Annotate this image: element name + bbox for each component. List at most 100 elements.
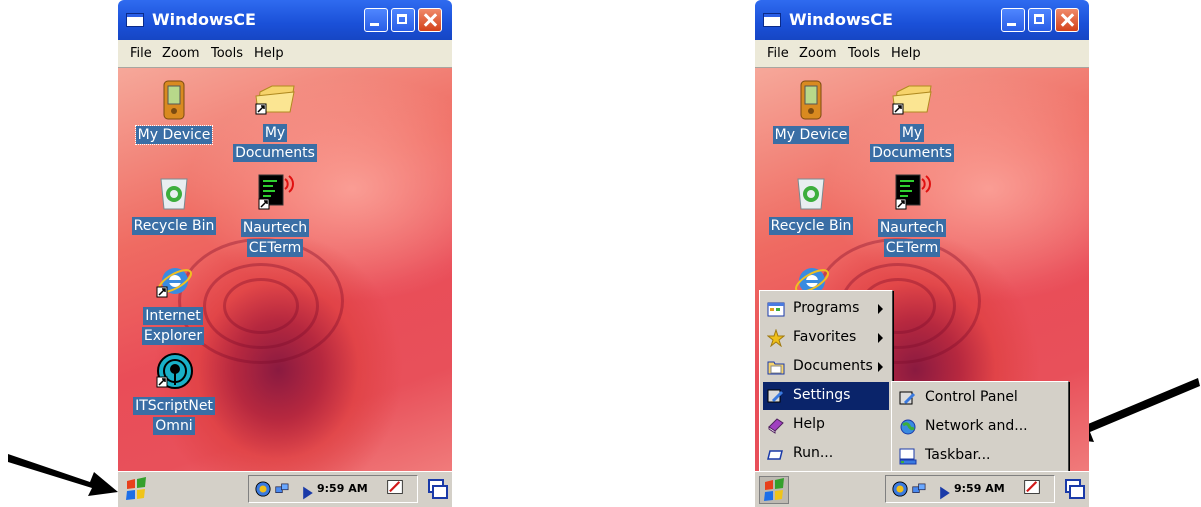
start-menu-help[interactable]: Help [763, 411, 889, 439]
my-documents-label-1: My [899, 124, 925, 142]
taskbar-settings-icon [899, 448, 917, 465]
minimize-button[interactable] [364, 8, 388, 32]
documents-label: Documents [793, 358, 873, 374]
ie-label-1: Internet [143, 307, 203, 325]
start-button[interactable] [759, 476, 789, 504]
pointer-arrow-left [8, 454, 118, 496]
device-screen-right: WindowsCE File Zoom Tools Help My Device… [755, 0, 1089, 507]
start-button[interactable] [122, 476, 152, 504]
windows-flag-icon [764, 478, 784, 501]
my-documents-label-2: Documents [233, 144, 317, 162]
settings-submenu: Control Panel Network and... Taskbar... [891, 381, 1069, 471]
favorites-label: Favorites [793, 329, 857, 345]
programs-label: Programs [793, 300, 860, 316]
recycle-bin-label: Recycle Bin [131, 217, 217, 235]
control-panel-label: Control Panel [925, 389, 1018, 405]
window-title: WindowsCE [152, 10, 256, 29]
submenu-arrow-icon [878, 304, 883, 314]
taskbar-settings-label: Taskbar... [925, 447, 991, 463]
naurtech-label-2: CETerm [246, 239, 304, 257]
folder-icon [892, 85, 932, 115]
start-menu-documents[interactable]: Documents [763, 353, 889, 381]
close-button[interactable] [418, 8, 442, 32]
clock[interactable]: 9:59 AM [954, 482, 1005, 495]
my-documents-icon[interactable]: My Documents [867, 80, 957, 162]
submenu-arrow-icon [878, 333, 883, 343]
menu-zoom[interactable]: Zoom [799, 46, 836, 61]
input-panel-icon[interactable] [255, 481, 271, 497]
show-desktop-icon[interactable] [428, 478, 448, 500]
run-label: Run... [793, 445, 834, 461]
my-device-icon[interactable]: My Device [132, 80, 216, 145]
menu-file[interactable]: File [130, 46, 152, 61]
network-icon[interactable] [275, 481, 291, 497]
input-panel-icon[interactable] [892, 481, 908, 497]
title-bar: WindowsCE [755, 0, 1089, 40]
system-tray: 9:59 AM [248, 475, 418, 503]
windows-flag-icon [126, 477, 146, 500]
taskbar: 9:59 AM [755, 471, 1089, 507]
internet-explorer-icon[interactable]: Internet Explorer [128, 261, 218, 345]
naurtech-cetrm-icon[interactable]: Naurtech CETerm [232, 173, 318, 257]
star-icon [767, 329, 785, 347]
menu-bar: File Zoom Tools Help [755, 40, 1089, 68]
pen-input-icon[interactable] [387, 479, 403, 495]
menu-help[interactable]: Help [254, 46, 284, 61]
programs-icon [767, 302, 785, 317]
start-menu-run[interactable]: Run... [763, 440, 889, 468]
my-documents-label-2: Documents [870, 144, 954, 162]
minimize-button[interactable] [1001, 8, 1025, 32]
start-menu: Programs Favorites Documents Settings He… [759, 290, 893, 471]
terminal-icon [258, 174, 294, 210]
desktop: My Device My Documents Recycle Bin Naurt… [755, 68, 1089, 471]
close-button[interactable] [1055, 8, 1079, 32]
menu-file[interactable]: File [767, 46, 789, 61]
my-device-icon[interactable]: My Device [769, 80, 853, 144]
window-icon [126, 13, 144, 27]
submenu-control-panel[interactable]: Control Panel [895, 384, 1065, 412]
help-book-icon [768, 418, 784, 434]
ie-label-2: Explorer [141, 327, 205, 345]
pen-input-icon[interactable] [1024, 479, 1040, 495]
naurtech-label-2: CETerm [883, 239, 941, 257]
help-label: Help [793, 416, 825, 432]
window-title: WindowsCE [789, 10, 893, 29]
menu-zoom[interactable]: Zoom [162, 46, 199, 61]
desktop: My Device My Documents Recycle Bin Naurt… [118, 68, 452, 471]
maximize-button[interactable] [391, 8, 415, 32]
menu-tools[interactable]: Tools [848, 46, 880, 61]
taskbar: 9:59 AM [118, 471, 452, 507]
start-menu-favorites[interactable]: Favorites [763, 324, 889, 352]
folder-icon [255, 85, 295, 115]
run-icon [767, 450, 783, 460]
itscript-label-1: ITScriptNet [133, 397, 215, 415]
naurtech-cetrm-icon[interactable]: Naurtech CETerm [869, 173, 955, 257]
naurtech-label-1: Naurtech [240, 219, 310, 237]
recycle-bin-icon[interactable]: Recycle Bin [124, 173, 224, 235]
settings-icon [767, 389, 784, 403]
tray-expand-icon[interactable] [300, 485, 316, 501]
menu-help[interactable]: Help [891, 46, 921, 61]
submenu-taskbar[interactable]: Taskbar... [895, 442, 1065, 470]
my-documents-icon[interactable]: My Documents [230, 80, 320, 162]
device-screen-left: WindowsCE File Zoom Tools Help My Device… [118, 0, 452, 507]
terminal-icon [895, 174, 931, 210]
tray-expand-icon[interactable] [937, 485, 953, 501]
start-menu-programs[interactable]: Programs [763, 295, 889, 323]
submenu-network[interactable]: Network and... [895, 413, 1065, 441]
ie-logo-icon [156, 268, 192, 298]
menu-tools[interactable]: Tools [211, 46, 243, 61]
window-icon [763, 13, 781, 27]
network-label: Network and... [925, 418, 1028, 434]
network-globe-icon [900, 419, 916, 435]
itscriptnet-omni-icon[interactable]: ITScriptNet Omni [126, 351, 222, 435]
recycle-bin-icon[interactable]: Recycle Bin [761, 173, 861, 235]
documents-folder-icon [767, 361, 785, 375]
maximize-button[interactable] [1028, 8, 1052, 32]
naurtech-label-1: Naurtech [877, 219, 947, 237]
start-menu-settings[interactable]: Settings [763, 382, 889, 410]
network-icon[interactable] [912, 481, 928, 497]
show-desktop-icon[interactable] [1065, 478, 1085, 500]
clock[interactable]: 9:59 AM [317, 482, 368, 495]
recycle-bin-glyph-icon [797, 178, 825, 210]
